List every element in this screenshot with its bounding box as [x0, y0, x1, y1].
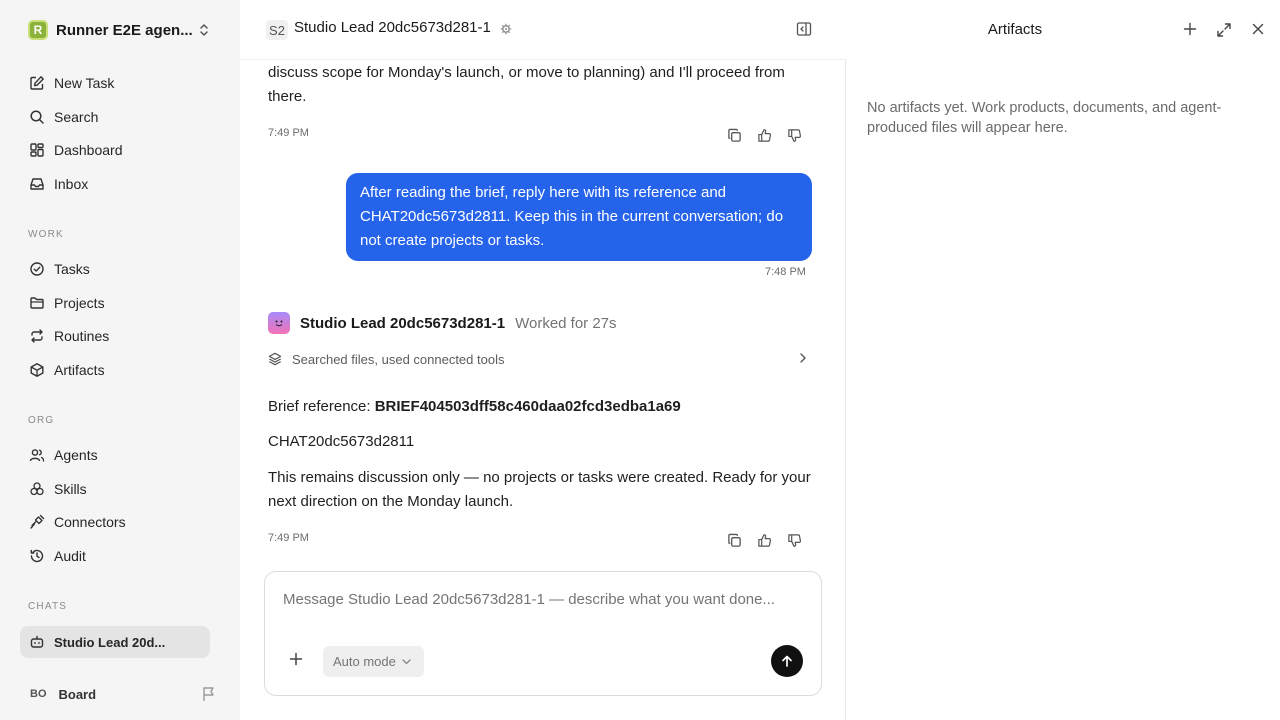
repeat-icon: [28, 327, 46, 345]
nav-artifacts[interactable]: Artifacts: [20, 355, 210, 385]
nav-search[interactable]: Search: [20, 102, 210, 132]
send-button[interactable]: [771, 645, 803, 677]
user-message-text: After reading the brief, reply here with…: [360, 184, 784, 249]
nav-dashboard[interactable]: Dashboard: [20, 135, 210, 165]
inbox-icon: [28, 175, 46, 193]
sidebar: R Runner E2E agen... New Task Search Das…: [0, 0, 240, 720]
nav-label: Routines: [54, 328, 110, 344]
artifacts-panel: Artifacts No artifacts yet. Work product…: [847, 0, 1280, 720]
agent-closing-text: This remains discussion only — no projec…: [268, 469, 811, 510]
thumbs-up-icon[interactable]: [755, 126, 773, 144]
box-icon: [28, 361, 46, 379]
skills-icon: [28, 480, 46, 498]
board-item[interactable]: BO Board: [20, 680, 220, 708]
gear-icon[interactable]: [500, 23, 512, 35]
board-label: Board: [58, 686, 97, 702]
worked-duration: Worked for 27s: [515, 314, 617, 332]
plug-icon: [28, 513, 46, 531]
folder-icon: [28, 294, 46, 312]
section-label-work: WORK: [28, 229, 64, 240]
artifacts-title: Artifacts: [987, 21, 1043, 38]
brief-reference-label: Brief reference:: [268, 398, 375, 415]
nav-skills[interactable]: Skills: [20, 474, 210, 504]
nav-label: Tasks: [54, 261, 90, 277]
tools-summary-text: Searched files, used connected tools: [292, 351, 505, 367]
nav-new-task[interactable]: New Task: [20, 68, 210, 98]
nav-label: Audit: [54, 548, 86, 564]
nav-audit[interactable]: Audit: [20, 541, 210, 571]
thumbs-down-icon[interactable]: [785, 531, 803, 549]
nav-label: Search: [54, 109, 99, 125]
artifacts-empty-state: No artifacts yet. Work products, documen…: [867, 100, 1222, 136]
search-icon: [28, 108, 46, 126]
chat-pane: S2 Studio Lead 20dc5673d281-1 discuss sc…: [240, 0, 846, 720]
nav-label: Inbox: [54, 176, 89, 192]
nav-label: Projects: [54, 295, 105, 311]
message-time: 7:49 PM: [268, 127, 309, 139]
nav-routines[interactable]: Routines: [20, 321, 210, 351]
thumbs-up-icon[interactable]: [755, 531, 773, 549]
agent-avatar: [268, 312, 290, 334]
nav-projects[interactable]: Projects: [20, 288, 210, 318]
nav-label: Dashboard: [54, 142, 123, 158]
brief-reference-line: Brief reference: BRIEF404503dff58c460daa…: [268, 395, 818, 419]
agent-message-text: discuss scope for Monday's launch, or mo…: [268, 64, 785, 105]
nav-agents[interactable]: Agents: [20, 440, 210, 470]
copy-icon[interactable]: [725, 126, 743, 144]
section-label-org: ORG: [28, 415, 55, 426]
nav-inbox[interactable]: Inbox: [20, 169, 210, 199]
nav-label: Skills: [54, 481, 87, 497]
nav-connectors[interactable]: Connectors: [20, 507, 210, 537]
mode-selector[interactable]: Auto mode: [323, 646, 424, 677]
toggle-panel-icon[interactable]: [796, 21, 812, 37]
workspace-switcher[interactable]: R Runner E2E agen...: [20, 14, 220, 46]
close-icon[interactable]: [1251, 22, 1265, 36]
message-composer: Auto mode: [264, 571, 822, 696]
user-message-bubble: After reading the brief, reply here with…: [346, 173, 812, 261]
message-time: 7:49 PM: [268, 532, 309, 544]
agent-name: Studio Lead 20dc5673d281-1: [300, 314, 506, 332]
plus-icon[interactable]: [1183, 22, 1197, 36]
brief-reference-value: BRIEF404503dff58c460daa02fcd3edba1a69: [374, 398, 681, 415]
pencil-square-icon: [28, 74, 46, 92]
dashboard-icon: [28, 141, 46, 159]
nav-label: Artifacts: [54, 362, 105, 378]
message-input[interactable]: [283, 591, 783, 608]
mode-label: Auto mode: [333, 654, 396, 669]
chat-title: Studio Lead 20dc5673d281-1: [294, 19, 491, 36]
flag-icon[interactable]: [202, 686, 216, 702]
chat-item-studio-lead[interactable]: Studio Lead 20d...: [20, 626, 210, 658]
nav-label: New Task: [54, 75, 115, 91]
message-actions: [725, 126, 803, 144]
bot-icon: [28, 633, 46, 651]
tools-summary-row[interactable]: Searched files, used connected tools: [268, 348, 812, 370]
workspace-logo: R: [28, 20, 48, 40]
chat-badge: S2: [266, 20, 288, 40]
thumbs-down-icon[interactable]: [785, 126, 803, 144]
nav-label: Agents: [54, 447, 98, 463]
copy-icon[interactable]: [725, 531, 743, 549]
message-time: 7:48 PM: [765, 266, 806, 278]
chevron-down-icon: [402, 658, 411, 665]
workspace-name: Runner E2E agen...: [56, 21, 193, 39]
layers-icon: [268, 352, 282, 366]
board-badge: BO: [30, 688, 47, 700]
agent-header: Studio Lead 20dc5673d281-1 Worked for 27…: [268, 311, 617, 335]
expand-icon[interactable]: [1216, 22, 1232, 38]
message-actions: [725, 531, 803, 549]
chevron-right-icon: [798, 352, 808, 364]
check-circle-icon: [28, 260, 46, 278]
chevron-updown-icon: [198, 23, 210, 37]
plus-icon[interactable]: [289, 652, 303, 666]
history-icon: [28, 547, 46, 565]
chat-label: Studio Lead 20d...: [54, 634, 166, 650]
arrow-up-icon: [780, 654, 794, 668]
chat-code-text: CHAT20dc5673d2811: [268, 433, 415, 450]
nav-label: Connectors: [54, 514, 126, 530]
nav-tasks[interactable]: Tasks: [20, 254, 210, 284]
section-label-chats: CHATS: [28, 601, 68, 612]
chat-header: S2 Studio Lead 20dc5673d281-1: [240, 0, 846, 60]
users-icon: [28, 446, 46, 464]
